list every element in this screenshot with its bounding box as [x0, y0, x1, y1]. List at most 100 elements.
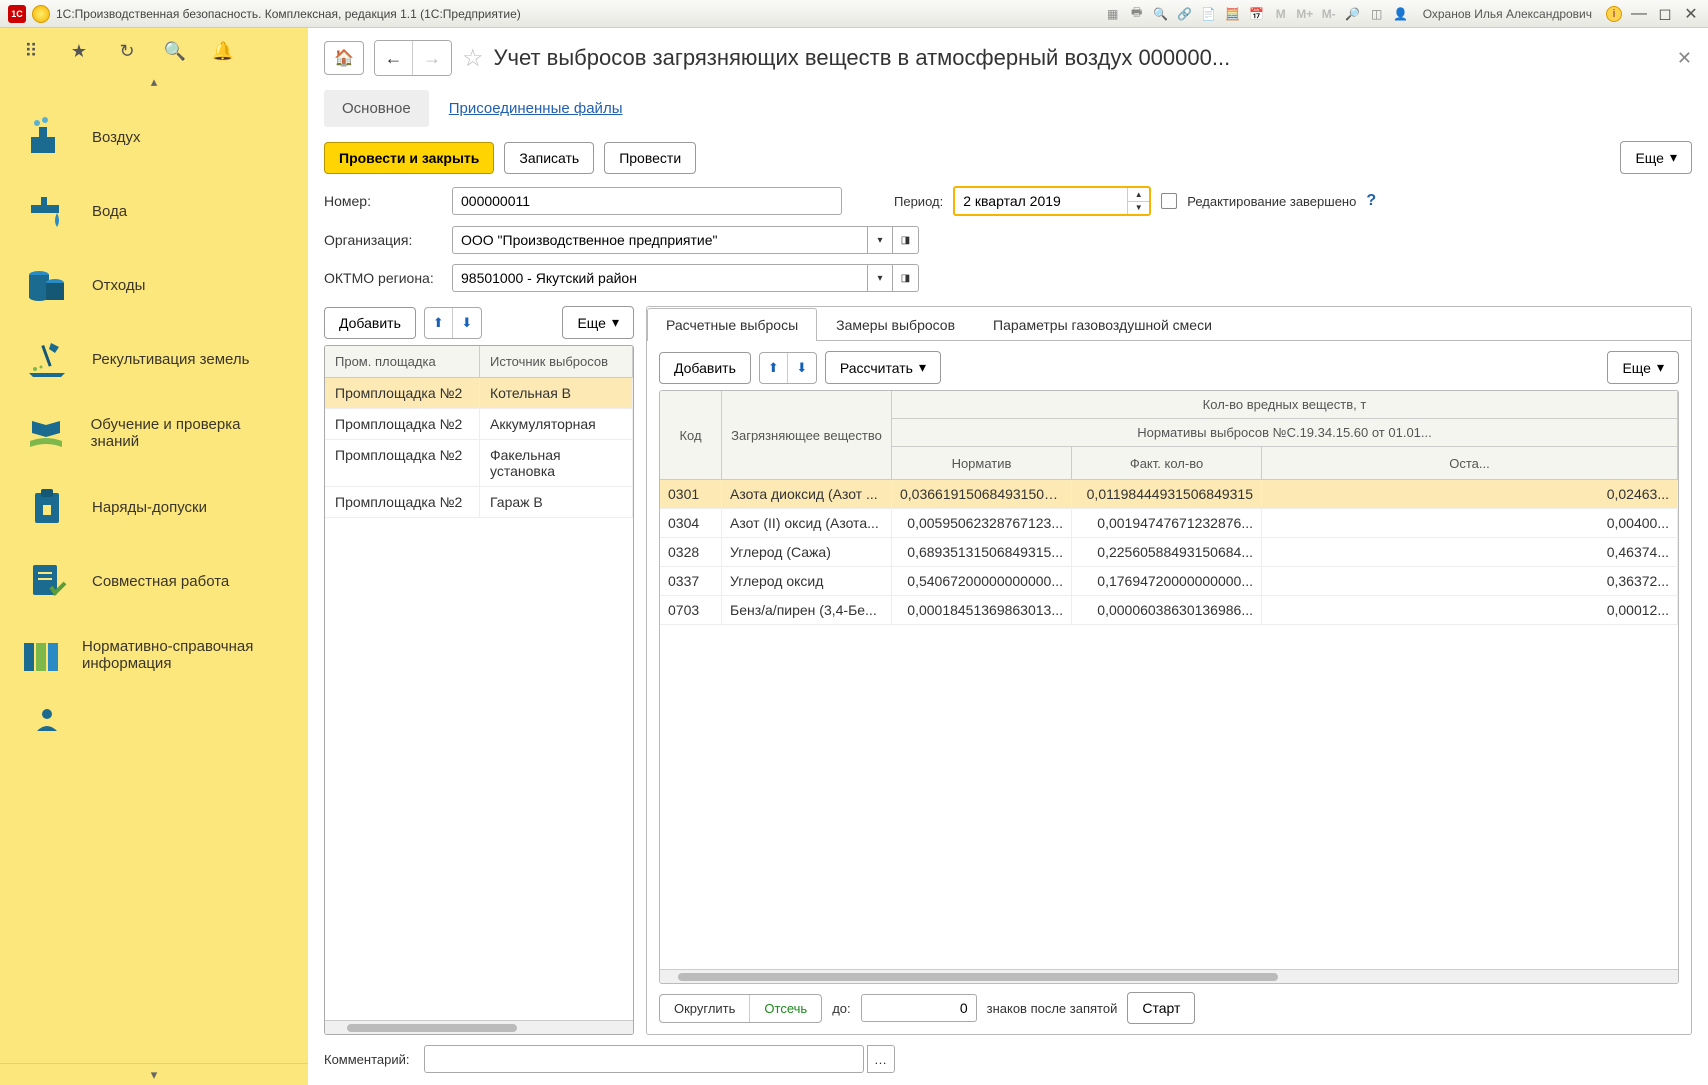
link-icon[interactable]: 🔗 [1177, 6, 1193, 22]
sidebar-item-collaboration[interactable]: Совместная работа [0, 544, 308, 618]
sidebar-item-training[interactable]: Обучение и проверка знаний [0, 396, 308, 470]
period-input[interactable] [955, 188, 1127, 214]
table-row[interactable]: 0703 Бенз/а/пирен (3,4-Бе... 0,000184513… [660, 596, 1678, 625]
tab-measured-emissions[interactable]: Замеры выбросов [817, 308, 974, 341]
org-label: Организация: [324, 232, 442, 248]
sidebar-item-label: Совместная работа [92, 573, 229, 590]
right-add-button[interactable]: Добавить [659, 352, 751, 384]
factory-icon [20, 114, 74, 160]
help-icon[interactable]: ? [1366, 192, 1376, 210]
truncate-button[interactable]: Отсечь [750, 995, 821, 1022]
tab-attached-files[interactable]: Присоединенные файлы [431, 90, 641, 127]
cell-norm: 0,54067200000000000... [892, 567, 1072, 595]
col-rem-header[interactable]: Оста... [1262, 447, 1678, 479]
col-pollutant-header[interactable]: Загрязняющее вещество [722, 391, 892, 479]
home-button[interactable]: 🏠 [324, 41, 364, 75]
close-page-button[interactable]: ✕ [1677, 48, 1692, 69]
org-open-button[interactable]: ◨ [893, 226, 919, 254]
comment-input[interactable] [424, 1045, 864, 1073]
page-title: Учет выбросов загрязняющих веществ в атм… [494, 45, 1667, 71]
collapse-down-icon[interactable]: ▾ [0, 1063, 308, 1085]
digits-input[interactable] [861, 994, 977, 1022]
sidebar-item-reference[interactable]: Нормативно-справочная информация [0, 618, 308, 692]
m-plus-icon[interactable]: M+ [1297, 6, 1313, 22]
edit-done-checkbox[interactable] [1161, 193, 1177, 209]
more-button[interactable]: Еще ▾ [1620, 141, 1692, 174]
tab-calculated-emissions[interactable]: Расчетные выбросы [647, 308, 817, 341]
col-code-header[interactable]: Код [660, 391, 722, 479]
tab-main[interactable]: Основное [324, 90, 429, 127]
cell-fact: 0,00006038630136986... [1072, 596, 1262, 624]
left-more-button[interactable]: Еще ▾ [562, 306, 634, 339]
sidebar-item-reclamation[interactable]: Рекультивация земель [0, 322, 308, 396]
post-and-close-button[interactable]: Провести и закрыть [324, 142, 494, 174]
col-source-header[interactable]: Источник выбросов [480, 346, 633, 377]
col-site-header[interactable]: Пром. площадка [325, 346, 480, 377]
cell-code: 0703 [660, 596, 722, 624]
notifications-icon[interactable]: 🔔 [212, 40, 234, 62]
app-menu-dropdown[interactable] [32, 5, 50, 23]
oktmo-dropdown-button[interactable]: ▾ [867, 264, 893, 292]
horizontal-scrollbar[interactable] [325, 1020, 633, 1034]
save-button[interactable]: Записать [504, 142, 594, 174]
maximize-button[interactable]: ◻ [1656, 4, 1674, 24]
collapse-up-icon[interactable]: ▴ [0, 74, 308, 90]
org-dropdown-button[interactable]: ▾ [867, 226, 893, 254]
table-row[interactable]: Промплощадка №2Аккумуляторная [325, 409, 633, 440]
round-button[interactable]: Округлить [660, 995, 750, 1022]
right-move-up-button[interactable]: ⬆ [760, 353, 788, 383]
forward-button[interactable]: → [413, 41, 451, 75]
table-row[interactable]: Промплощадка №2Гараж В [325, 487, 633, 518]
table-row[interactable]: 0328 Углерод (Сажа) 0,68935131506849315.… [660, 538, 1678, 567]
col-fact-header[interactable]: Факт. кол-во [1072, 447, 1262, 479]
post-button[interactable]: Провести [604, 142, 696, 174]
minimize-button[interactable]: — [1630, 5, 1648, 23]
table-row[interactable]: 0304 Азот (II) оксид (Азота... 0,0059506… [660, 509, 1678, 538]
zoom-icon[interactable]: 🔎 [1345, 6, 1361, 22]
history-icon[interactable]: ↻ [116, 40, 138, 62]
right-more-button[interactable]: Еще ▾ [1607, 351, 1679, 384]
tab-gas-params[interactable]: Параметры газовоздушной смеси [974, 308, 1231, 341]
report-icon[interactable]: 📄 [1201, 6, 1217, 22]
sidebar-item-water[interactable]: Вода [0, 174, 308, 248]
search-icon[interactable]: 🔍 [164, 40, 186, 62]
emissions-scrollbar[interactable] [660, 969, 1678, 983]
calculate-button[interactable]: Рассчитать ▾ [825, 351, 941, 384]
org-input[interactable] [452, 226, 867, 254]
sidebar-item-more[interactable] [0, 692, 308, 746]
favorites-icon[interactable]: ★ [68, 40, 90, 62]
table-row[interactable]: Промплощадка №2Факельная установка [325, 440, 633, 487]
toolbar-icon[interactable]: ▦ [1105, 6, 1121, 22]
apps-icon[interactable]: ⠿ [20, 40, 42, 62]
m-icon[interactable]: M [1273, 6, 1289, 22]
sidebar-item-air[interactable]: Воздух [0, 100, 308, 174]
period-down-button[interactable]: ▼ [1128, 202, 1149, 215]
print-icon[interactable]: 🖶 [1129, 6, 1145, 22]
number-input[interactable] [452, 187, 842, 215]
table-row[interactable]: 0337 Углерод оксид 0,54067200000000000..… [660, 567, 1678, 596]
oktmo-open-button[interactable]: ◨ [893, 264, 919, 292]
oktmo-input[interactable] [452, 264, 867, 292]
sidebar-item-permits[interactable]: Наряды-допуски [0, 470, 308, 544]
preview-icon[interactable]: 🔍 [1153, 6, 1169, 22]
period-up-button[interactable]: ▲ [1128, 188, 1149, 202]
table-row[interactable]: 0301 Азота диоксид (Азот ... 0,036619150… [660, 480, 1678, 509]
info-icon[interactable]: i [1606, 6, 1622, 22]
calc-icon[interactable]: 🧮 [1225, 6, 1241, 22]
back-button[interactable]: ← [375, 41, 413, 75]
panels-icon[interactable]: ◫ [1369, 6, 1385, 22]
table-row[interactable]: Промплощадка №2Котельная В [325, 378, 633, 409]
move-up-button[interactable]: ⬆ [425, 308, 453, 338]
favorite-star-icon[interactable]: ☆ [462, 44, 484, 73]
move-down-button[interactable]: ⬇ [453, 308, 481, 338]
sidebar-item-waste[interactable]: Отходы [0, 248, 308, 322]
left-add-button[interactable]: Добавить [324, 307, 416, 339]
m-minus-icon[interactable]: M- [1321, 6, 1337, 22]
comment-more-button[interactable]: … [867, 1045, 895, 1073]
calendar-icon[interactable]: 📅 [1249, 6, 1265, 22]
cell-site: Промплощадка №2 [325, 440, 480, 486]
right-move-down-button[interactable]: ⬇ [788, 353, 816, 383]
col-norm-header[interactable]: Норматив [892, 447, 1072, 479]
start-button[interactable]: Старт [1127, 992, 1195, 1024]
close-button[interactable]: ✕ [1682, 4, 1700, 24]
